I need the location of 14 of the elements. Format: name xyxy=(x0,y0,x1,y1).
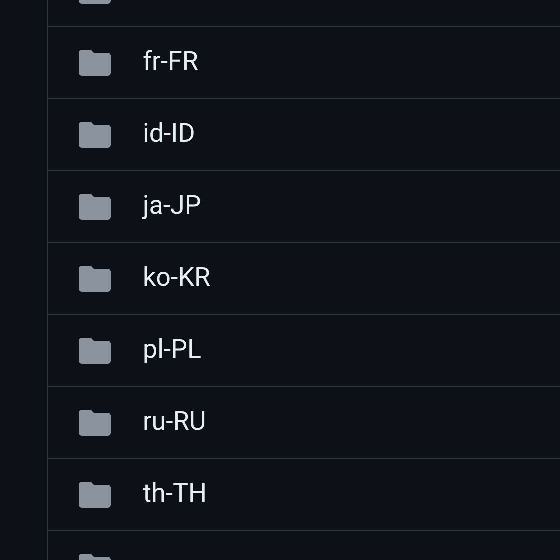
folder-icon xyxy=(79,266,111,292)
folder-icon xyxy=(79,50,111,76)
folder-icon xyxy=(79,410,111,436)
folder-name[interactable]: ko-KR xyxy=(143,259,211,298)
folder-icon xyxy=(79,122,111,148)
folder-icon xyxy=(79,194,111,220)
folder-name[interactable]: ja-JP xyxy=(143,187,202,226)
folder-name[interactable]: ru-RU xyxy=(143,403,206,442)
folder-name[interactable]: pl-PL xyxy=(143,331,202,370)
folder-name[interactable]: id-ID xyxy=(143,115,196,154)
folder-icon xyxy=(79,482,111,508)
folder-icon xyxy=(79,338,111,364)
folder-name[interactable]: fr-FR xyxy=(143,43,198,82)
folder-name[interactable]: th-TH xyxy=(143,475,208,514)
